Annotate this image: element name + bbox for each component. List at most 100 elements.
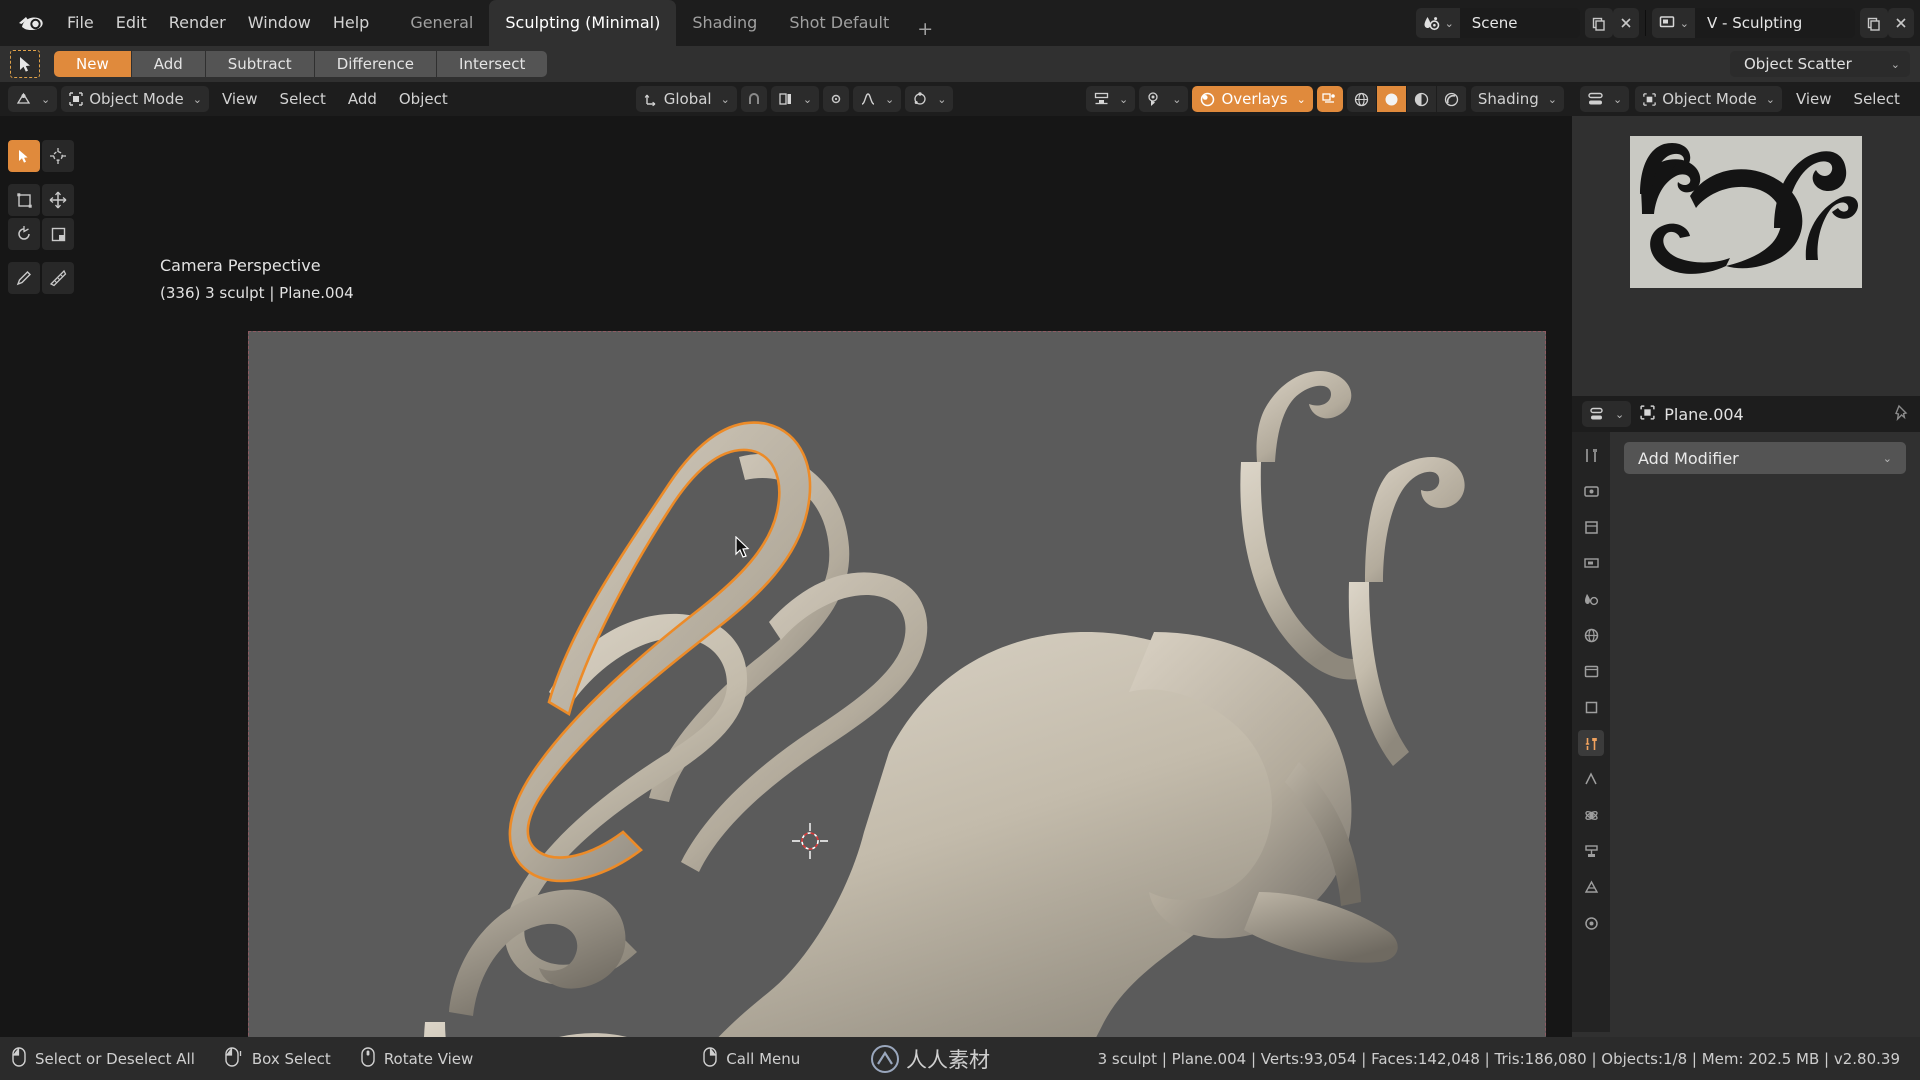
topbar-right-controls: ⌄ Scene ⌄ V - Sculpting bbox=[1415, 0, 1920, 46]
scene-icon[interactable]: ⌄ bbox=[1415, 8, 1460, 38]
viewport-3d[interactable]: Camera Perspective (336) 3 sculpt | Plan… bbox=[0, 116, 1572, 1037]
viewlayer-icon[interactable]: ⌄ bbox=[1651, 8, 1695, 38]
tool-rotate[interactable] bbox=[8, 218, 40, 250]
overlays-dropdown[interactable]: Overlays ⌄ bbox=[1192, 86, 1313, 112]
properties-object-name[interactable]: Plane.004 bbox=[1664, 405, 1744, 424]
object-scatter-dropdown[interactable]: Object Scatter ⌄ bbox=[1730, 51, 1910, 77]
tweak-tool-icon[interactable] bbox=[10, 50, 40, 78]
scene-selector[interactable]: ⌄ Scene bbox=[1415, 8, 1580, 38]
magnet-icon[interactable] bbox=[740, 86, 767, 112]
workspace-tab-general[interactable]: General bbox=[394, 0, 489, 46]
transform-move-icon bbox=[16, 192, 32, 208]
transform-orientation-dropdown[interactable]: Global ⌄ bbox=[635, 86, 737, 112]
properties-tab-tool[interactable] bbox=[1578, 442, 1604, 468]
tool-settings-right: Object Scatter ⌄ bbox=[1730, 51, 1920, 77]
overlays-label: Overlays bbox=[1221, 90, 1288, 108]
add-workspace-button[interactable]: + bbox=[905, 12, 945, 46]
viewport-menu-add[interactable]: Add bbox=[339, 87, 386, 111]
shading-dropdown[interactable]: Shading ⌄ bbox=[1470, 86, 1564, 112]
scene-name-field[interactable]: Scene bbox=[1459, 8, 1580, 38]
proportional-falloff-dropdown[interactable]: ⌄ bbox=[853, 86, 902, 112]
properties-tab-output[interactable] bbox=[1578, 514, 1604, 540]
shading-solid-icon[interactable] bbox=[1376, 86, 1407, 112]
tool-scale[interactable] bbox=[42, 218, 74, 250]
properties-tab-object[interactable] bbox=[1578, 694, 1604, 720]
properties-tab-scene[interactable] bbox=[1578, 586, 1604, 612]
new-viewlayer-icon[interactable] bbox=[1860, 8, 1888, 38]
menu-render[interactable]: Render bbox=[158, 9, 237, 37]
workspace-tab-sculpting-minimal[interactable]: Sculpting (Minimal) bbox=[489, 0, 677, 46]
watermark-logo: 人人素材 bbox=[870, 1044, 990, 1074]
boolean-mode-subtract[interactable]: Subtract bbox=[205, 51, 315, 77]
xray-toggle-icon[interactable] bbox=[1316, 86, 1343, 112]
menu-file[interactable]: File bbox=[56, 9, 105, 37]
properties-tab-physics[interactable] bbox=[1578, 802, 1604, 828]
boolean-mode-difference[interactable]: Difference bbox=[314, 51, 438, 77]
watermark-label: 人人素材 bbox=[906, 1047, 990, 1072]
browse-data-icon[interactable]: ⌄ bbox=[1582, 401, 1632, 427]
boolean-mode-new[interactable]: New bbox=[54, 51, 132, 77]
show-gizmo-dropdown[interactable]: ⌄ bbox=[1139, 86, 1189, 112]
dragon-tendril-5 bbox=[449, 889, 626, 1016]
viewport-menu-object[interactable]: Object bbox=[390, 87, 457, 111]
chevron-down-icon: ⌄ bbox=[720, 92, 730, 106]
workspace-tab-shading[interactable]: Shading bbox=[676, 0, 773, 46]
editor-type-properties-icon[interactable]: ⌄ bbox=[1580, 86, 1630, 112]
tool-cursor[interactable] bbox=[42, 140, 74, 172]
dragon-preview-image bbox=[1630, 136, 1862, 288]
shading-material-icon[interactable] bbox=[1406, 86, 1437, 112]
right-panel-menu-select[interactable]: Select bbox=[1846, 87, 1908, 111]
object-data-icon bbox=[1639, 404, 1656, 425]
shading-wireframe-icon[interactable] bbox=[1346, 86, 1377, 112]
blender-logo-icon[interactable] bbox=[14, 6, 48, 40]
statusbar-hint-call-menu: Call Menu bbox=[703, 1046, 801, 1071]
right-panel-menu-view[interactable]: View bbox=[1788, 87, 1840, 111]
boolean-mode-intersect[interactable]: Intersect bbox=[437, 51, 548, 77]
tool-move[interactable] bbox=[42, 184, 74, 216]
viewlayer-selector[interactable]: ⌄ V - Sculpting bbox=[1651, 8, 1855, 38]
pin-icon[interactable] bbox=[1893, 404, 1910, 425]
properties-tab-modifier[interactable] bbox=[1578, 730, 1604, 756]
properties-tab-material[interactable] bbox=[1578, 910, 1604, 936]
menu-help[interactable]: Help bbox=[322, 9, 380, 37]
mode-selector[interactable]: Object Mode ⌄ bbox=[61, 86, 209, 112]
chevron-down-icon: ⌄ bbox=[1444, 16, 1454, 30]
snap-target-dropdown[interactable]: ⌄ bbox=[770, 86, 820, 112]
shading-rendered-icon[interactable] bbox=[1436, 86, 1467, 112]
editor-type-3dview-icon[interactable]: ⌄ bbox=[8, 86, 58, 112]
menu-edit[interactable]: Edit bbox=[105, 9, 158, 37]
properties-tab-collection[interactable] bbox=[1578, 658, 1604, 684]
right-panel-mode-label: Object Mode bbox=[1662, 90, 1757, 108]
3d-cursor-icon bbox=[790, 821, 830, 861]
remove-viewlayer-icon[interactable] bbox=[1888, 8, 1914, 38]
new-scene-icon[interactable] bbox=[1584, 8, 1613, 38]
properties-tab-particles[interactable] bbox=[1578, 766, 1604, 792]
viewport-menu-select[interactable]: Select bbox=[271, 87, 335, 111]
tool-transform[interactable] bbox=[8, 184, 40, 216]
properties-tab-constraint[interactable] bbox=[1578, 838, 1604, 864]
dragon-selected-tendril[interactable] bbox=[508, 421, 812, 883]
remove-scene-icon[interactable] bbox=[1612, 8, 1639, 38]
properties-tab-viewlayer[interactable] bbox=[1578, 550, 1604, 576]
viewport-header: ⌄ Object Mode ⌄ View Select Add Object G… bbox=[0, 82, 1572, 116]
tool-tweak-select-box[interactable] bbox=[8, 140, 40, 172]
statusbar-hint-call-menu-label: Call Menu bbox=[726, 1049, 801, 1068]
dragon-snout bbox=[1244, 892, 1398, 963]
add-modifier-button[interactable]: Add Modifier ⌄ bbox=[1624, 442, 1906, 474]
visibility-filter-dropdown[interactable]: ⌄ bbox=[1086, 86, 1136, 112]
viewport-menu-view[interactable]: View bbox=[213, 87, 267, 111]
properties-tab-render[interactable] bbox=[1578, 478, 1604, 504]
tool-measure[interactable] bbox=[42, 262, 74, 294]
dragon-horn-right bbox=[1365, 457, 1465, 582]
gizmo-options-dropdown[interactable]: ⌄ bbox=[905, 86, 954, 112]
dragon-horn-left-stem bbox=[1240, 462, 1367, 680]
workspace-tab-shot-default[interactable]: Shot Default bbox=[773, 0, 905, 46]
properties-tab-world[interactable] bbox=[1578, 622, 1604, 648]
proportional-edit-icon[interactable] bbox=[823, 86, 850, 112]
boolean-mode-add[interactable]: Add bbox=[131, 51, 206, 77]
tool-annotate[interactable] bbox=[8, 262, 40, 294]
viewlayer-name-field[interactable]: V - Sculpting bbox=[1695, 8, 1855, 38]
right-panel-mode-selector[interactable]: Object Mode ⌄ bbox=[1635, 86, 1782, 112]
menu-window[interactable]: Window bbox=[237, 9, 322, 37]
properties-tab-data[interactable] bbox=[1578, 874, 1604, 900]
